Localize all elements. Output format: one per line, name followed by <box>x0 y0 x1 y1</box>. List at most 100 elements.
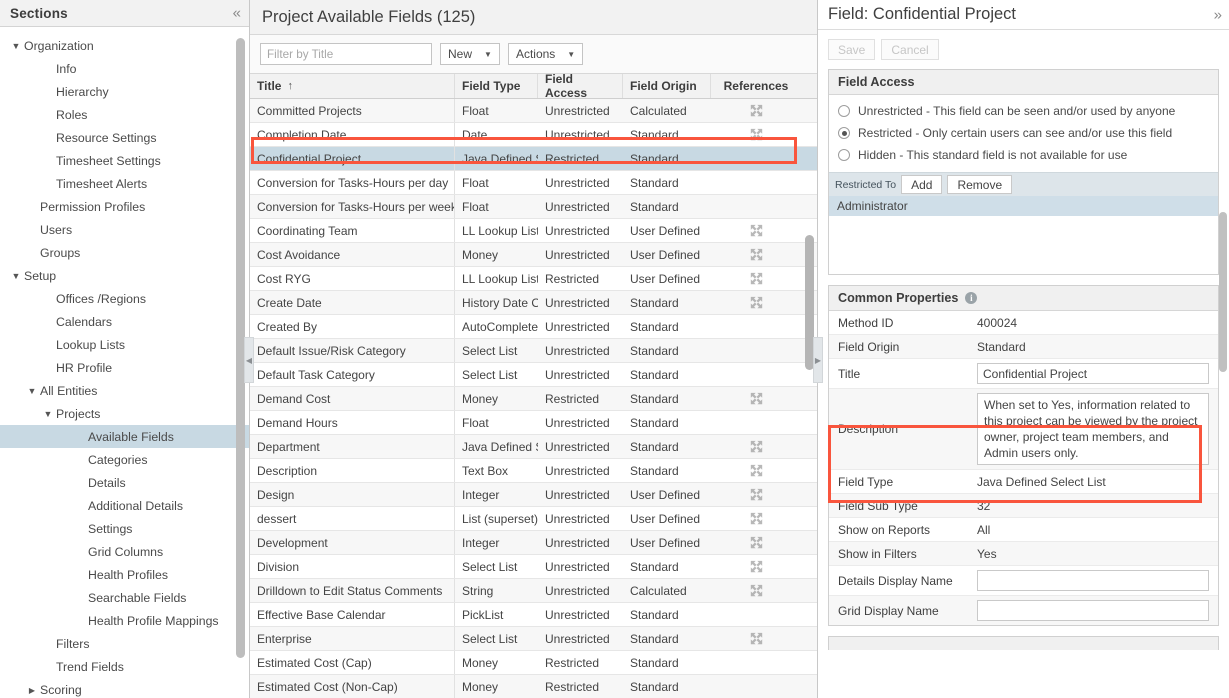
cancel-button[interactable]: Cancel <box>881 39 938 60</box>
table-row[interactable]: DescriptionText BoxUnrestrictedStandard <box>250 459 817 483</box>
field-details-scrollbar[interactable] <box>1219 42 1227 696</box>
new-dropdown-button[interactable]: New ▼ <box>440 43 500 65</box>
references-expand-icon[interactable] <box>750 272 763 285</box>
references-expand-icon[interactable] <box>750 536 763 549</box>
sidebar-item-timesheet-alerts[interactable]: Timesheet Alerts <box>0 172 249 195</box>
collapse-details-handle[interactable]: ▶ <box>813 337 823 383</box>
collapse-sidebar-handle[interactable]: ◀ <box>244 337 254 383</box>
sidebar-item-resource-settings[interactable]: Resource Settings <box>0 126 249 149</box>
references-expand-icon[interactable] <box>750 632 763 645</box>
title-input[interactable] <box>977 363 1209 384</box>
sidebar-item-details[interactable]: Details <box>0 471 249 494</box>
sidebar-item-health-profile-mappings[interactable]: Health Profile Mappings <box>0 609 249 632</box>
sidebar-item-permission-profiles[interactable]: Permission Profiles <box>0 195 249 218</box>
grid-display-name-input[interactable] <box>977 600 1209 621</box>
restricted-to-item[interactable]: Administrator <box>829 196 1218 216</box>
column-header-field-origin[interactable]: Field Origin <box>623 74 711 98</box>
radio-button[interactable] <box>838 149 850 161</box>
column-header-field-access[interactable]: Field Access <box>538 74 623 98</box>
field-access-option-1[interactable]: Restricted - Only certain users can see … <box>838 122 1209 144</box>
references-expand-icon[interactable] <box>750 128 763 141</box>
sidebar-item-projects[interactable]: Projects <box>0 402 249 425</box>
references-expand-icon[interactable] <box>750 560 763 573</box>
table-row[interactable]: DevelopmentIntegerUnrestrictedUser Defin… <box>250 531 817 555</box>
table-row[interactable]: Default Task CategorySelect ListUnrestri… <box>250 363 817 387</box>
actions-dropdown-button[interactable]: Actions ▼ <box>508 43 583 65</box>
caret-down-icon[interactable] <box>24 386 40 396</box>
table-row[interactable]: Estimated Cost (Non-Cap)MoneyRestrictedS… <box>250 675 817 698</box>
references-expand-icon[interactable] <box>750 512 763 525</box>
sidebar-item-offices-regions[interactable]: Offices /Regions <box>0 287 249 310</box>
details-display-name-input[interactable] <box>977 570 1209 591</box>
sidebar-item-groups[interactable]: Groups <box>0 241 249 264</box>
references-expand-icon[interactable] <box>750 584 763 597</box>
references-expand-icon[interactable] <box>750 104 763 117</box>
remove-button[interactable]: Remove <box>947 175 1012 194</box>
sidebar-item-hr-profile[interactable]: HR Profile <box>0 356 249 379</box>
references-expand-icon[interactable] <box>750 392 763 405</box>
references-expand-icon[interactable] <box>750 296 763 309</box>
sidebar-item-searchable-fields[interactable]: Searchable Fields <box>0 586 249 609</box>
table-row[interactable]: Confidential ProjectJava Defined S...Res… <box>250 147 817 171</box>
sidebar-item-setup[interactable]: Setup <box>0 264 249 287</box>
table-row[interactable]: Drilldown to Edit Status CommentsStringU… <box>250 579 817 603</box>
sidebar-item-settings[interactable]: Settings <box>0 517 249 540</box>
radio-button[interactable] <box>838 127 850 139</box>
save-button[interactable]: Save <box>828 39 875 60</box>
table-row[interactable]: DesignIntegerUnrestrictedUser Defined <box>250 483 817 507</box>
sidebar-item-timesheet-settings[interactable]: Timesheet Settings <box>0 149 249 172</box>
field-details-scrollbar-thumb[interactable] <box>1219 212 1227 372</box>
table-row[interactable]: Completion DateDateUnrestrictedStandard <box>250 123 817 147</box>
table-row[interactable]: Demand HoursFloatUnrestrictedStandard <box>250 411 817 435</box>
table-row[interactable]: DepartmentJava Defined S...UnrestrictedS… <box>250 435 817 459</box>
table-row[interactable]: Created ByAutoCompleteUnrestrictedStanda… <box>250 315 817 339</box>
sidebar-item-categories[interactable]: Categories <box>0 448 249 471</box>
table-row[interactable]: dessertList (superset)UnrestrictedUser D… <box>250 507 817 531</box>
grid-scrollbar[interactable] <box>805 100 814 696</box>
table-row[interactable]: DivisionSelect ListUnrestrictedStandard <box>250 555 817 579</box>
sidebar-item-hierarchy[interactable]: Hierarchy <box>0 80 249 103</box>
table-row[interactable]: Estimated Cost (Cap)MoneyRestrictedStand… <box>250 651 817 675</box>
sidebar-item-scoring[interactable]: Scoring <box>0 678 249 698</box>
sidebar-item-calendars[interactable]: Calendars <box>0 310 249 333</box>
sidebar-item-health-profiles[interactable]: Health Profiles <box>0 563 249 586</box>
column-header-title[interactable]: Title ↑ <box>250 74 455 98</box>
table-row[interactable]: Create DateHistory Date O...Unrestricted… <box>250 291 817 315</box>
field-access-option-0[interactable]: Unrestricted - This field can be seen an… <box>838 100 1209 122</box>
column-header-field-type[interactable]: Field Type <box>455 74 538 98</box>
references-expand-icon[interactable] <box>750 464 763 477</box>
references-expand-icon[interactable] <box>750 224 763 237</box>
description-textarea[interactable] <box>977 393 1209 465</box>
sidebar-item-filters[interactable]: Filters <box>0 632 249 655</box>
caret-down-icon[interactable] <box>40 409 56 419</box>
sidebar-item-additional-details[interactable]: Additional Details <box>0 494 249 517</box>
chevron-double-left-icon[interactable]: « <box>233 6 241 21</box>
caret-right-icon[interactable] <box>24 685 40 695</box>
table-row[interactable]: Cost RYGLL Lookup ListRestrictedUser Def… <box>250 267 817 291</box>
sidebar-item-roles[interactable]: Roles <box>0 103 249 126</box>
table-row[interactable]: Coordinating TeamLL Lookup ListUnrestric… <box>250 219 817 243</box>
sidebar-item-organization[interactable]: Organization <box>0 34 249 57</box>
radio-button[interactable] <box>838 105 850 117</box>
sidebar-item-users[interactable]: Users <box>0 218 249 241</box>
table-row[interactable]: Default Issue/Risk CategorySelect ListUn… <box>250 339 817 363</box>
table-row[interactable]: Cost AvoidanceMoneyUnrestrictedUser Defi… <box>250 243 817 267</box>
caret-down-icon[interactable] <box>8 41 24 51</box>
table-row[interactable]: EnterpriseSelect ListUnrestrictedStandar… <box>250 627 817 651</box>
table-row[interactable]: Demand CostMoneyRestrictedStandard <box>250 387 817 411</box>
field-access-option-2[interactable]: Hidden - This standard field is not avai… <box>838 144 1209 166</box>
references-expand-icon[interactable] <box>750 248 763 261</box>
sidebar-item-trend-fields[interactable]: Trend Fields <box>0 655 249 678</box>
sidebar-item-info[interactable]: Info <box>0 57 249 80</box>
filter-by-title-input[interactable] <box>260 43 432 65</box>
table-row[interactable]: Effective Base CalendarPickListUnrestric… <box>250 603 817 627</box>
sidebar-item-grid-columns[interactable]: Grid Columns <box>0 540 249 563</box>
info-icon[interactable]: i <box>965 292 977 304</box>
caret-down-icon[interactable] <box>8 271 24 281</box>
sidebar-item-lookup-lists[interactable]: Lookup Lists <box>0 333 249 356</box>
sidebar-item-all-entities[interactable]: All Entities <box>0 379 249 402</box>
table-row[interactable]: Conversion for Tasks-Hours per weekFloat… <box>250 195 817 219</box>
chevron-double-right-icon[interactable]: » <box>1214 6 1222 23</box>
references-expand-icon[interactable] <box>750 488 763 501</box>
sidebar-item-available-fields[interactable]: Available Fields <box>0 425 249 448</box>
